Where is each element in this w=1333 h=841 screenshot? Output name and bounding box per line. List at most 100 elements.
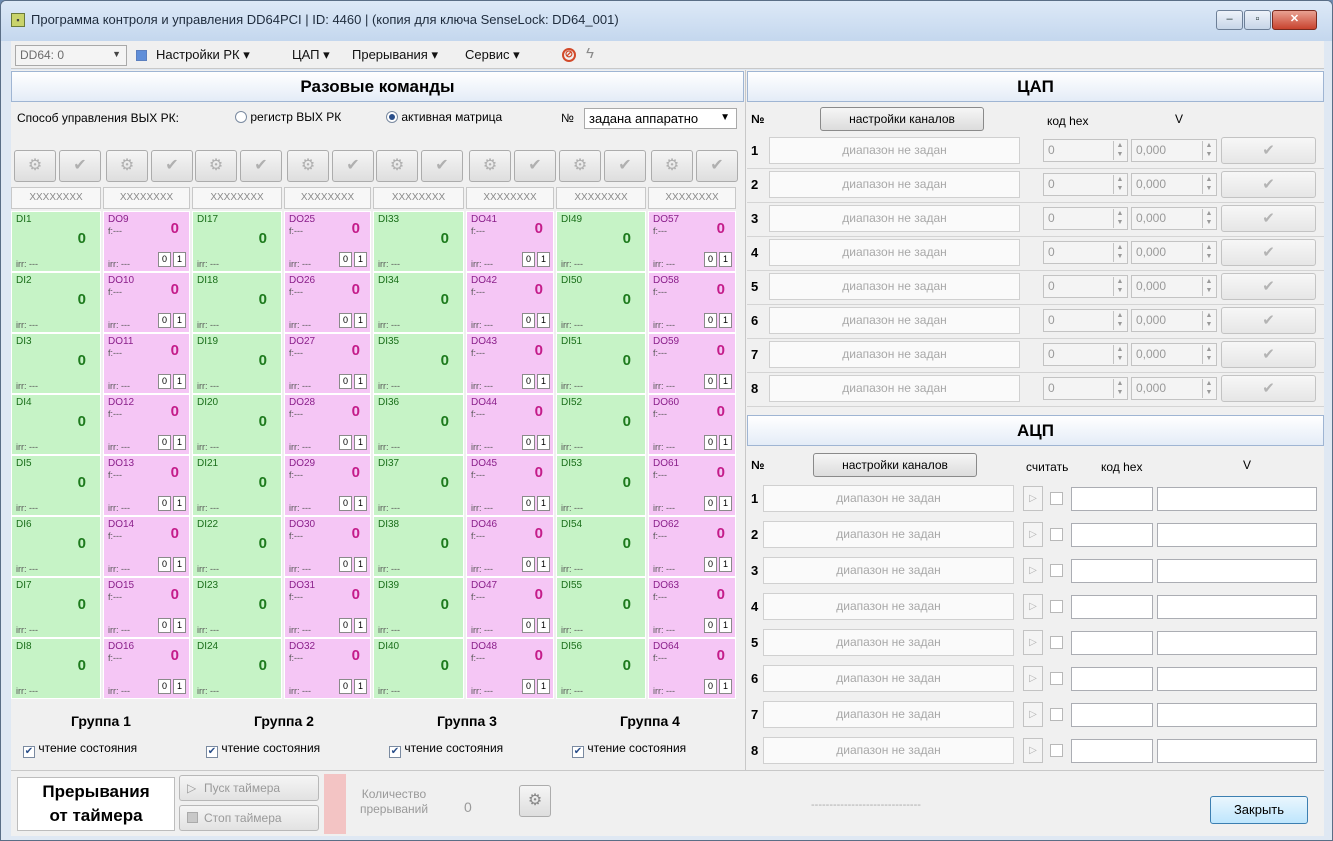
bit0-button[interactable]: 0 [704,679,717,694]
do-cell[interactable]: DO60 f:--- 0 irr: --- 0 1 [648,394,736,455]
dac-v-spinner[interactable]: 0,000 ▲ ▼ [1131,173,1217,196]
read-state-checkbox[interactable]: ✔ чтение состояния [206,741,320,758]
do-cell[interactable]: DO15 f:--- 0 irr: --- 0 1 [103,577,190,638]
adc-hex-field[interactable] [1071,667,1153,691]
do-cell[interactable]: DO62 f:--- 0 irr: --- 0 1 [648,516,736,577]
bit0-button[interactable]: 0 [339,435,352,450]
bit0-button[interactable]: 0 [158,557,171,572]
bit1-button[interactable]: 1 [719,679,732,694]
adc-hex-field[interactable] [1071,703,1153,727]
adc-read-checkbox[interactable] [1050,528,1063,541]
do-cell[interactable]: DO45 f:--- 0 irr: --- 0 1 [466,455,554,516]
lightning-icon[interactable]: ϟ [586,45,594,62]
adc-read-checkbox[interactable] [1050,744,1063,757]
do-cell[interactable]: DO12 f:--- 0 irr: --- 0 1 [103,394,190,455]
adc-v-field[interactable] [1157,667,1317,691]
adc-read-checkbox[interactable] [1050,672,1063,685]
bit0-button[interactable]: 0 [339,252,352,267]
bit1-button[interactable]: 1 [719,313,732,328]
check-icon[interactable]: ✔ [1221,205,1316,232]
gear-icon[interactable]: ⚙ [14,150,56,182]
play-icon[interactable]: ▷ [1023,486,1043,511]
adc-hex-field[interactable] [1071,523,1153,547]
mask-field[interactable]: XXXXXXXX [648,187,736,209]
dac-v-spinner[interactable]: 0,000 ▲ ▼ [1131,241,1217,264]
do-cell[interactable]: DO25 f:--- 0 irr: --- 0 1 [284,211,371,272]
bit1-button[interactable]: 1 [719,496,732,511]
bit1-button[interactable]: 1 [173,618,186,633]
dac-v-spinner[interactable]: 0,000 ▲ ▼ [1131,139,1217,162]
do-cell[interactable]: DO11 f:--- 0 irr: --- 0 1 [103,333,190,394]
do-cell[interactable]: DO41 f:--- 0 irr: --- 0 1 [466,211,554,272]
check-icon[interactable]: ✔ [1221,273,1316,300]
do-cell[interactable]: DO26 f:--- 0 irr: --- 0 1 [284,272,371,333]
bit1-button[interactable]: 1 [173,679,186,694]
gear-icon[interactable]: ⚙ [106,150,148,182]
bit0-button[interactable]: 0 [522,252,535,267]
bit0-button[interactable]: 0 [158,496,171,511]
bit1-button[interactable]: 1 [719,374,732,389]
check-icon[interactable]: ✔ [1221,171,1316,198]
do-cell[interactable]: DO29 f:--- 0 irr: --- 0 1 [284,455,371,516]
read-state-checkbox[interactable]: ✔ чтение состояния [389,741,503,758]
mask-field[interactable]: XXXXXXXX [11,187,101,209]
stop-icon[interactable]: ⊘ [562,48,576,62]
bit1-button[interactable]: 1 [354,313,367,328]
bit1-button[interactable]: 1 [537,435,550,450]
dac-channel-settings-button[interactable]: настройки каналов [820,107,984,131]
dac-v-spinner[interactable]: 0,000 ▲ ▼ [1131,377,1217,400]
mask-field[interactable]: XXXXXXXX [373,187,464,209]
play-icon[interactable]: ▷ [1023,522,1043,547]
device-checkbox[interactable] [136,50,147,61]
spinner-arrows-icon[interactable]: ▲ ▼ [1113,345,1126,364]
bit0-button[interactable]: 0 [339,496,352,511]
dac-hex-spinner[interactable]: 0 ▲ ▼ [1043,377,1128,400]
bit1-button[interactable]: 1 [173,374,186,389]
play-icon[interactable]: ▷ [1023,558,1043,583]
spinner-arrows-icon[interactable]: ▲ ▼ [1202,277,1215,296]
play-icon[interactable]: ▷ [1023,702,1043,727]
bit0-button[interactable]: 0 [522,557,535,572]
dac-hex-spinner[interactable]: 0 ▲ ▼ [1043,139,1128,162]
bit1-button[interactable]: 1 [719,435,732,450]
bit0-button[interactable]: 0 [339,313,352,328]
dac-hex-spinner[interactable]: 0 ▲ ▼ [1043,207,1128,230]
check-icon[interactable]: ✔ [1221,239,1316,266]
bit0-button[interactable]: 0 [704,252,717,267]
do-cell[interactable]: DO10 f:--- 0 irr: --- 0 1 [103,272,190,333]
bit0-button[interactable]: 0 [158,679,171,694]
dac-v-spinner[interactable]: 0,000 ▲ ▼ [1131,275,1217,298]
bit0-button[interactable]: 0 [339,618,352,633]
bit0-button[interactable]: 0 [158,435,171,450]
gear-icon[interactable]: ⚙ [651,150,693,182]
bit1-button[interactable]: 1 [354,679,367,694]
spinner-arrows-icon[interactable]: ▲ ▼ [1113,311,1126,330]
adc-read-checkbox[interactable] [1050,492,1063,505]
bit0-button[interactable]: 0 [339,374,352,389]
minimize-button[interactable]: ‒ [1216,10,1243,30]
mask-field[interactable]: XXXXXXXX [284,187,371,209]
adc-read-checkbox[interactable] [1050,708,1063,721]
bit0-button[interactable]: 0 [522,618,535,633]
bit1-button[interactable]: 1 [537,374,550,389]
bit0-button[interactable]: 0 [522,435,535,450]
bit0-button[interactable]: 0 [522,496,535,511]
menu-dac[interactable]: ЦАП ▾ [292,47,330,63]
spinner-arrows-icon[interactable]: ▲ ▼ [1202,345,1215,364]
dac-hex-spinner[interactable]: 0 ▲ ▼ [1043,309,1128,332]
do-cell[interactable]: DO47 f:--- 0 irr: --- 0 1 [466,577,554,638]
adc-hex-field[interactable] [1071,559,1153,583]
do-cell[interactable]: DO42 f:--- 0 irr: --- 0 1 [466,272,554,333]
check-icon[interactable]: ✔ [1221,137,1316,164]
close-button[interactable]: Закрыть [1210,796,1308,824]
do-cell[interactable]: DO61 f:--- 0 irr: --- 0 1 [648,455,736,516]
do-cell[interactable]: DO44 f:--- 0 irr: --- 0 1 [466,394,554,455]
do-cell[interactable]: DO30 f:--- 0 irr: --- 0 1 [284,516,371,577]
bit1-button[interactable]: 1 [354,252,367,267]
bit1-button[interactable]: 1 [354,557,367,572]
spinner-arrows-icon[interactable]: ▲ ▼ [1113,209,1126,228]
play-icon[interactable]: ▷ [1023,666,1043,691]
bit0-button[interactable]: 0 [704,618,717,633]
do-cell[interactable]: DO43 f:--- 0 irr: --- 0 1 [466,333,554,394]
bit1-button[interactable]: 1 [173,557,186,572]
